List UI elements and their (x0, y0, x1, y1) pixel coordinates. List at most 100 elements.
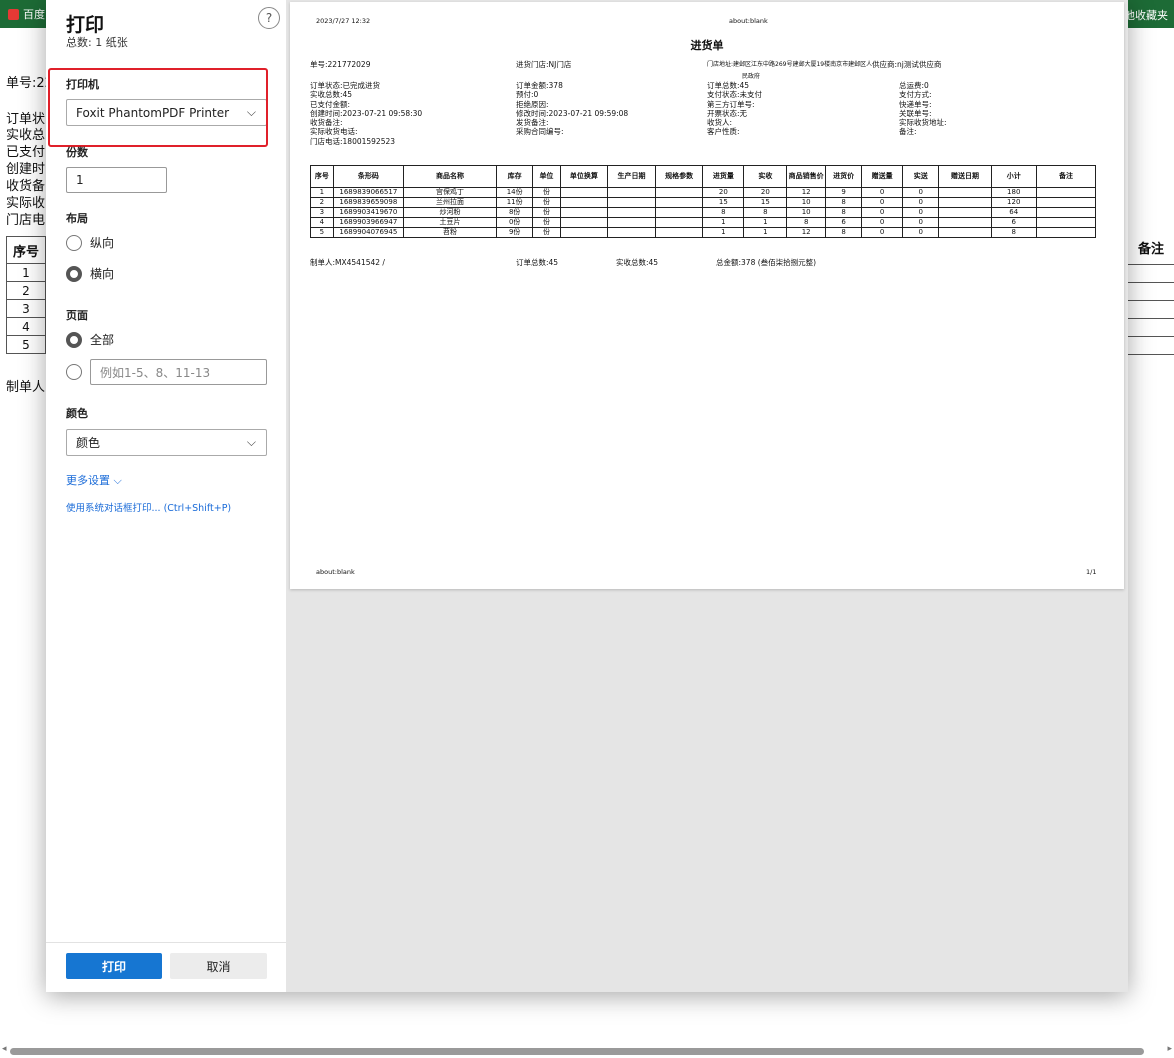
table-cell: 8 (824, 227, 863, 238)
table-cell (607, 187, 656, 198)
print-preview-area[interactable]: 2023/7/27 12:32 about:blank 进货单 单号:22177… (286, 0, 1128, 992)
table-cell: 12 (786, 227, 826, 238)
supplier: 供应商:nj测试供应商 (872, 60, 942, 69)
page-number: 1/1 (1086, 568, 1097, 576)
table-cell: 份 (532, 227, 561, 238)
info-column-2: 订单金额:378 预付:0 拒绝原因: 修改时间:2023-07-21 09:5… (516, 81, 628, 137)
info-line: 采购合同编号: (516, 127, 564, 137)
table-cell: 份 (532, 197, 561, 208)
dialog-title: 打印 (66, 14, 105, 36)
table-cell: 8 (786, 217, 826, 228)
info-line: 备注: (899, 127, 917, 137)
info-line: 关联单号: (899, 108, 932, 118)
bg-divider (1128, 354, 1174, 355)
radio-selected-icon[interactable] (66, 265, 82, 282)
pages-all-option[interactable]: 全部 (66, 331, 114, 348)
printer-label: 打印机 (66, 78, 99, 91)
total-qty: 订单总数:45 (516, 258, 559, 267)
table-cell: 5 (310, 227, 334, 238)
table-cell: 炒河粉 (403, 207, 498, 218)
table-cell: 份 (532, 207, 561, 218)
table-row: 1 1689839066517 宫保鸡丁 14份份 20 20 12 9 0 0 180 (310, 187, 1097, 198)
store: 进货门店:NJ门店 (516, 60, 572, 69)
table-header-cell: 库存 (496, 165, 534, 188)
pages-all-label: 全部 (90, 333, 115, 347)
table-header-cell: 赠送日期 (938, 165, 992, 188)
layout-landscape-option[interactable]: 横向 (66, 265, 114, 282)
table-cell: 180 (990, 187, 1037, 198)
table-header-cell: 单位换算 (559, 165, 609, 188)
bg-table-header: 序号 (6, 236, 46, 264)
more-settings-link[interactable]: 更多设置 ⌵ (66, 472, 122, 488)
table-row: 5 1689904076945 苕粉 9份份 1 1 12 8 0 0 8 (310, 227, 1097, 238)
table-header-cell: 小计 (990, 165, 1037, 188)
table-cell (559, 187, 609, 198)
scroll-left-icon[interactable]: ◂ (2, 1044, 7, 1054)
radio-selected-icon[interactable] (66, 331, 82, 348)
table-cell (1035, 217, 1097, 228)
color-select[interactable]: 颜色 ⌵ (66, 429, 267, 456)
pages-custom-option[interactable] (66, 364, 82, 380)
info-line: 支付状态:未支付 (707, 90, 763, 100)
table-cell: 14份 (496, 187, 534, 198)
table-cell: 120 (990, 197, 1037, 208)
table-cell (559, 207, 609, 218)
preview-sheet: 2023/7/27 12:32 about:blank 进货单 单号:22177… (290, 2, 1124, 589)
table-cell (654, 227, 704, 238)
table-header-cell: 备注 (1035, 165, 1097, 188)
table-cell: 0 (902, 187, 940, 198)
horizontal-scrollbar[interactable]: ◂ ▸ (0, 1044, 1174, 1058)
table-cell: 12 (786, 187, 826, 198)
table-cell (938, 217, 992, 228)
bookmark-baidu[interactable]: 百度 (8, 6, 45, 22)
table-cell (559, 197, 609, 208)
info-line: 快递单号: (899, 99, 932, 109)
table-header-cell: 单位 (532, 165, 561, 188)
print-url-bottom: about:blank (316, 568, 355, 576)
table-cell: 0 (902, 227, 940, 238)
table-cell: 9 (824, 187, 863, 198)
cancel-button[interactable]: 取消 (170, 953, 267, 979)
bg-table-row: 4 (6, 318, 46, 336)
table-cell (938, 227, 992, 238)
table-body: 1 1689839066517 宫保鸡丁 14份份 20 20 12 9 0 0 180 2 16898… (310, 187, 1097, 238)
info-line: 开票状态:无 (707, 108, 748, 118)
info-line: 修改时间:2023-07-21 09:59:08 (516, 108, 629, 118)
bg-table-row: 2 (6, 282, 46, 300)
info-line: 支付方式: (899, 90, 932, 100)
table-cell: 0 (861, 217, 904, 228)
table-cell: 15 (743, 197, 788, 208)
scrollbar-thumb[interactable] (10, 1048, 1144, 1055)
table-cell (1035, 227, 1097, 238)
table-header-cell: 进货量 (702, 165, 745, 188)
table-cell: 15 (702, 197, 745, 208)
help-icon[interactable]: ? (258, 7, 280, 29)
table-cell: 8 (743, 207, 788, 218)
info-line: 拒绝原因: (516, 99, 549, 109)
table-header-cell: 实送 (902, 165, 940, 188)
scroll-right-icon[interactable]: ▸ (1167, 1044, 1172, 1054)
table-header-cell: 条形码 (332, 165, 405, 188)
layout-label: 布局 (66, 212, 88, 225)
layout-portrait-option[interactable]: 纵向 (66, 234, 114, 251)
table-cell: 1 (743, 217, 788, 228)
table-cell: 64 (990, 207, 1037, 218)
chevron-down-icon: ⌵ (246, 105, 256, 119)
table-cell (938, 197, 992, 208)
table-cell: 1 (702, 227, 745, 238)
radio-icon[interactable] (66, 234, 82, 251)
table-cell (1035, 197, 1097, 208)
radio-icon[interactable] (66, 364, 82, 380)
baidu-icon (8, 8, 19, 20)
table-cell: 土豆片 (403, 217, 498, 228)
system-dialog-link[interactable]: 使用系统对话框打印... (Ctrl+Shift+P) (66, 500, 231, 514)
copies-input[interactable]: 1 (66, 167, 167, 193)
print-button[interactable]: 打印 (66, 953, 162, 979)
pages-range-input[interactable]: 例如1-5、8、11-13 (90, 359, 267, 385)
table-cell: 苕粉 (403, 227, 498, 238)
table-cell: 0 (861, 187, 904, 198)
info-line: 预付:0 (516, 90, 539, 100)
bookmark-other-favorites[interactable]: 他收藏夹 (1124, 7, 1168, 23)
printer-select[interactable]: Foxit PhantomPDF Printer ⌵ (66, 99, 267, 126)
table-cell (607, 197, 656, 208)
